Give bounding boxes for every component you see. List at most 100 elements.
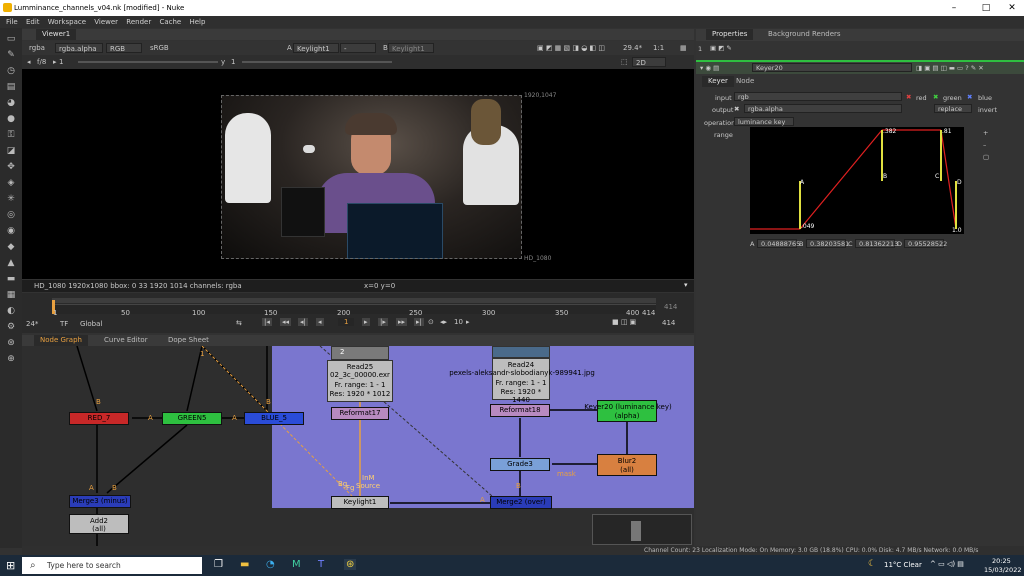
tab-background-renders[interactable]: Background Renders bbox=[762, 29, 847, 40]
cara-tool-icon[interactable]: ⊕ bbox=[5, 354, 17, 364]
colorspace-dropdown[interactable]: RGB bbox=[106, 43, 142, 53]
tab-dope-sheet[interactable]: Dope Sheet bbox=[162, 335, 215, 346]
weather-text[interactable]: 11°C Clear bbox=[884, 561, 922, 569]
play-back-button[interactable]: ◂ bbox=[316, 318, 324, 326]
color-tool-icon[interactable]: ◕ bbox=[5, 98, 17, 108]
view-mode-dropdown[interactable]: 2D bbox=[632, 57, 666, 67]
curve-reset-icon[interactable]: ▢ bbox=[983, 153, 989, 161]
next-key-button[interactable]: ▸▸ bbox=[396, 318, 408, 326]
node-blue[interactable]: BLUE_5 bbox=[244, 412, 304, 425]
input-b-dropdown[interactable]: Keylight1 bbox=[388, 43, 434, 53]
draw-tool-icon[interactable]: ✎ bbox=[5, 50, 17, 60]
file-explorer-icon[interactable]: ▬ bbox=[240, 559, 249, 570]
invert-checkbox[interactable]: invert bbox=[978, 106, 997, 114]
views-tool-icon[interactable]: ◉ bbox=[5, 226, 17, 236]
viewer-menu-arrow-icon[interactable]: ▾ bbox=[684, 281, 688, 289]
green-checkbox-icon[interactable]: ✖ bbox=[933, 93, 938, 101]
curve-add-icon[interactable]: + bbox=[983, 129, 988, 137]
teams-icon[interactable]: T bbox=[318, 559, 324, 570]
value-d-field[interactable]: 0.95528522 bbox=[904, 239, 947, 248]
time-tool-icon[interactable]: ◷ bbox=[5, 66, 17, 76]
play-forward-button[interactable]: ▸ bbox=[362, 318, 370, 326]
clock-time[interactable]: 20:25 bbox=[992, 557, 1011, 565]
increment-field[interactable]: 10 bbox=[454, 318, 463, 326]
go-start-button[interactable]: |◂ bbox=[262, 318, 272, 326]
channel-tool-icon[interactable]: ▤ bbox=[5, 82, 17, 92]
viewer-settings-icon[interactable]: ▦ bbox=[677, 43, 690, 53]
node-reformat18[interactable]: Reformat18 bbox=[490, 404, 550, 417]
prev-key-button[interactable]: ◂◂ bbox=[280, 318, 292, 326]
value-b-field[interactable]: 0.38203581 bbox=[806, 239, 849, 248]
fps-dropdown[interactable]: 24* bbox=[26, 320, 38, 328]
node-reformat17[interactable]: Reformat17 bbox=[331, 407, 389, 420]
node-graph[interactable]: RED_7 GREEN5 BLUE_5 Merge3 (minus) Add2 … bbox=[22, 346, 694, 546]
input-dropdown[interactable]: rgb bbox=[734, 92, 902, 101]
tab-node-graph[interactable]: Node Graph bbox=[34, 335, 88, 346]
tab-viewer1[interactable]: Viewer1 bbox=[36, 29, 77, 40]
menu-file[interactable]: File bbox=[6, 16, 18, 28]
node-name-field[interactable]: Keyer20 bbox=[752, 63, 912, 72]
loop-icon[interactable]: ⇆ bbox=[236, 319, 242, 327]
transform-tool-icon[interactable]: ✥ bbox=[5, 162, 17, 172]
output-dropdown[interactable]: rgba.alpha bbox=[744, 104, 902, 113]
zoom-level[interactable]: 29.4* bbox=[620, 43, 645, 53]
value-c-field[interactable]: 0.81362213 bbox=[855, 239, 898, 248]
input-a-dropdown[interactable]: Keylight1 bbox=[293, 43, 339, 53]
minimize-button[interactable]: – bbox=[944, 2, 964, 14]
frame-step[interactable]: 1 bbox=[56, 57, 66, 67]
menu-help[interactable]: Help bbox=[189, 16, 205, 28]
node-read24[interactable]: Read24 Fr. range: 1 - 1 Res: 1920 * 1440 bbox=[492, 358, 550, 404]
go-end-button[interactable]: ▸| bbox=[414, 318, 424, 326]
tab-properties[interactable]: Properties bbox=[706, 29, 754, 40]
node-keyer20[interactable]: Keyer20 (luminance key) (alpha) bbox=[584, 400, 672, 422]
metadata-tool-icon[interactable]: ◆ bbox=[5, 242, 17, 252]
merge-tool-icon[interactable]: ◪ bbox=[5, 146, 17, 156]
task-view-icon[interactable]: ❐ bbox=[214, 559, 223, 570]
nuke-taskbar-icon[interactable]: ⊛ bbox=[344, 559, 357, 570]
lut-dropdown[interactable]: sRGB bbox=[147, 43, 172, 53]
fstop-value[interactable]: f/8 bbox=[34, 57, 49, 67]
current-frame-field[interactable]: 1 bbox=[338, 318, 355, 326]
compare-op-dropdown[interactable]: - bbox=[340, 43, 376, 53]
particles-tool-icon[interactable]: ✳ bbox=[5, 194, 17, 204]
maximize-button[interactable]: □ bbox=[976, 2, 996, 14]
node-merge2[interactable]: Merge2 (over) bbox=[490, 496, 552, 509]
gain-slider[interactable] bbox=[78, 61, 218, 63]
curve-remove-icon[interactable]: – bbox=[983, 141, 986, 149]
menu-render[interactable]: Render bbox=[126, 16, 151, 28]
menu-workspace[interactable]: Workspace bbox=[48, 16, 86, 28]
tab-curve-editor[interactable]: Curve Editor bbox=[98, 335, 154, 346]
red-checkbox-icon[interactable]: ✖ bbox=[906, 93, 911, 101]
store-icon[interactable]: M bbox=[292, 559, 301, 570]
range-curve-editor[interactable]: A .049 .382 B .81 C D 1.0 bbox=[750, 127, 964, 234]
plugin-tool-icon[interactable]: ⚙ bbox=[5, 322, 17, 332]
node-add2[interactable]: Add2 (all) bbox=[69, 514, 129, 534]
edge-icon[interactable]: ◔ bbox=[266, 559, 275, 570]
tab-node[interactable]: Node bbox=[730, 76, 760, 87]
node-blur2[interactable]: Blur2 (all) bbox=[597, 454, 657, 476]
properties-toolbar-icons[interactable]: ▣ ◩ ✎ bbox=[710, 44, 732, 52]
node-green[interactable]: GREEN5 bbox=[162, 412, 222, 425]
furnace-tool-icon[interactable]: ▦ bbox=[5, 290, 17, 300]
layer-dropdown[interactable]: rgba.alpha bbox=[55, 43, 103, 53]
channels-dropdown[interactable]: rgba bbox=[26, 43, 48, 53]
clock-date[interactable]: 15/03/2022 bbox=[984, 566, 1021, 574]
nuke-logo-icon[interactable]: ⊛ bbox=[5, 338, 17, 348]
output-mode-dropdown[interactable]: replace bbox=[934, 104, 972, 113]
range-dropdown[interactable]: Global bbox=[80, 320, 102, 328]
node-merge3[interactable]: Merge3 (minus) bbox=[69, 495, 131, 508]
step-back-button[interactable]: ◂| bbox=[298, 318, 308, 326]
close-button[interactable]: ✕ bbox=[1002, 2, 1022, 14]
blue-checkbox-icon[interactable]: ✖ bbox=[967, 93, 972, 101]
node-keylight1[interactable]: Keylight1 bbox=[331, 496, 389, 509]
tray-icons[interactable]: ^ ▭ ◁) ▤ bbox=[930, 560, 964, 568]
skip-icon[interactable]: ◂▸ bbox=[440, 318, 447, 326]
menu-viewer[interactable]: Viewer bbox=[94, 16, 118, 28]
node-grade3[interactable]: Grade3 bbox=[490, 458, 550, 471]
node-read25[interactable]: Read25 02_3c_00000.exr Fr. range: 1 - 1 … bbox=[327, 360, 393, 402]
keyer-tool-icon[interactable]: ⚿ bbox=[5, 130, 17, 140]
playback-mode-icons[interactable]: ■ ◫ ▣ bbox=[612, 318, 636, 326]
menu-edit[interactable]: Edit bbox=[26, 16, 40, 28]
header-icons[interactable]: ▾ ◉ ▤ bbox=[700, 64, 719, 72]
tf-dropdown[interactable]: TF bbox=[60, 320, 68, 328]
